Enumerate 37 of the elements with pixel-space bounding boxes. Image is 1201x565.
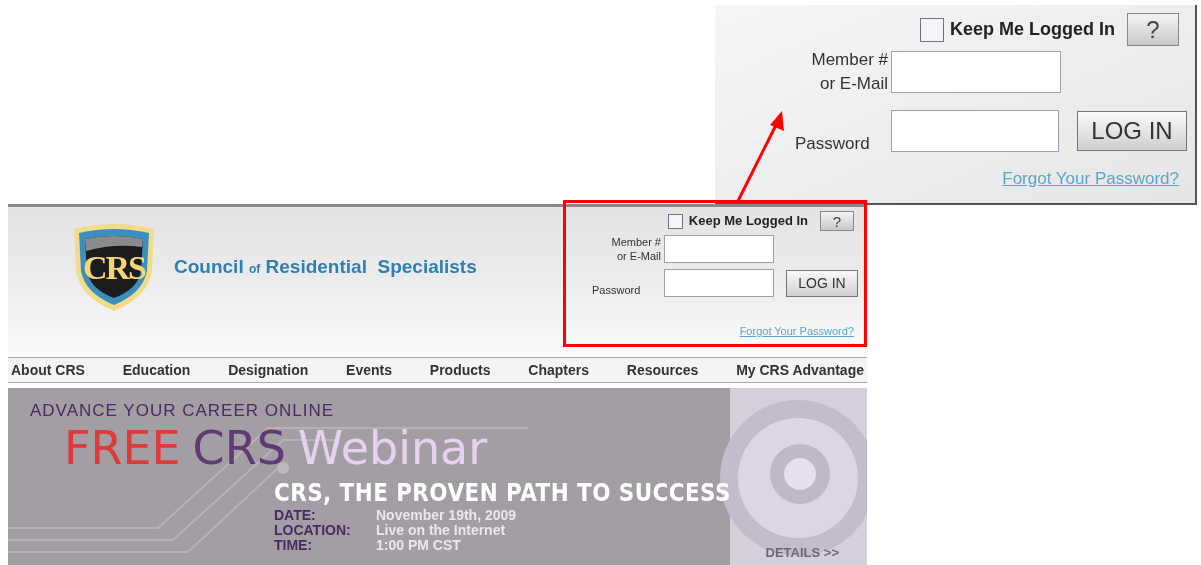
keep-logged-in-label: Keep Me Logged In: [688, 212, 808, 231]
nav-link[interactable]: Resources: [626, 359, 699, 381]
help-button[interactable]: ?: [820, 211, 854, 231]
detail-value: Live on the Internet: [376, 522, 507, 538]
nav-link[interactable]: Chapters: [528, 359, 589, 381]
banner-title-word: Webinar: [297, 421, 488, 474]
nav-link[interactable]: Education: [122, 359, 191, 381]
detail-value: November 19th, 2009: [376, 507, 517, 523]
login-button[interactable]: LOG IN: [1077, 111, 1187, 151]
keep-logged-in-label: Keep Me Logged In: [950, 18, 1115, 41]
member-label: Member # or E-Mail: [610, 235, 662, 263]
details-link[interactable]: DETAILS >>: [765, 542, 839, 562]
member-label: Member # or E-Mail: [810, 49, 889, 95]
detail-label: TIME:: [274, 537, 314, 553]
nav-link[interactable]: About CRS: [11, 359, 85, 381]
banner-title-word: CRS: [192, 421, 286, 474]
organization-name: Council of Residential Specialists: [174, 254, 477, 279]
banner-title-word: FREE: [64, 421, 181, 474]
member-input[interactable]: [664, 235, 774, 263]
keep-logged-in-checkbox[interactable]: [667, 213, 683, 229]
member-input[interactable]: [891, 51, 1061, 93]
banner-tagline: CRS, THE PROVEN PATH TO SUCCESS: [274, 477, 732, 508]
login-button[interactable]: LOG IN: [786, 269, 858, 297]
detail-label: DATE:: [274, 507, 317, 523]
nav-link[interactable]: Products: [429, 359, 491, 381]
detail-label: LOCATION:: [274, 522, 352, 538]
password-label: Password: [794, 133, 871, 155]
keep-logged-in-checkbox[interactable]: [920, 17, 944, 42]
banner-kicker: ADVANCE YOUR CAREER ONLINE: [30, 400, 336, 422]
nav-link[interactable]: Designation: [228, 359, 309, 381]
detail-value: 1:00 PM CST: [376, 537, 462, 553]
nav-link[interactable]: My CRS Advantage: [736, 359, 864, 381]
help-button[interactable]: ?: [1127, 13, 1179, 46]
nav-link[interactable]: Events: [346, 359, 392, 381]
password-input[interactable]: [891, 110, 1059, 152]
password-label: Password: [591, 283, 642, 297]
password-input[interactable]: [664, 269, 774, 297]
